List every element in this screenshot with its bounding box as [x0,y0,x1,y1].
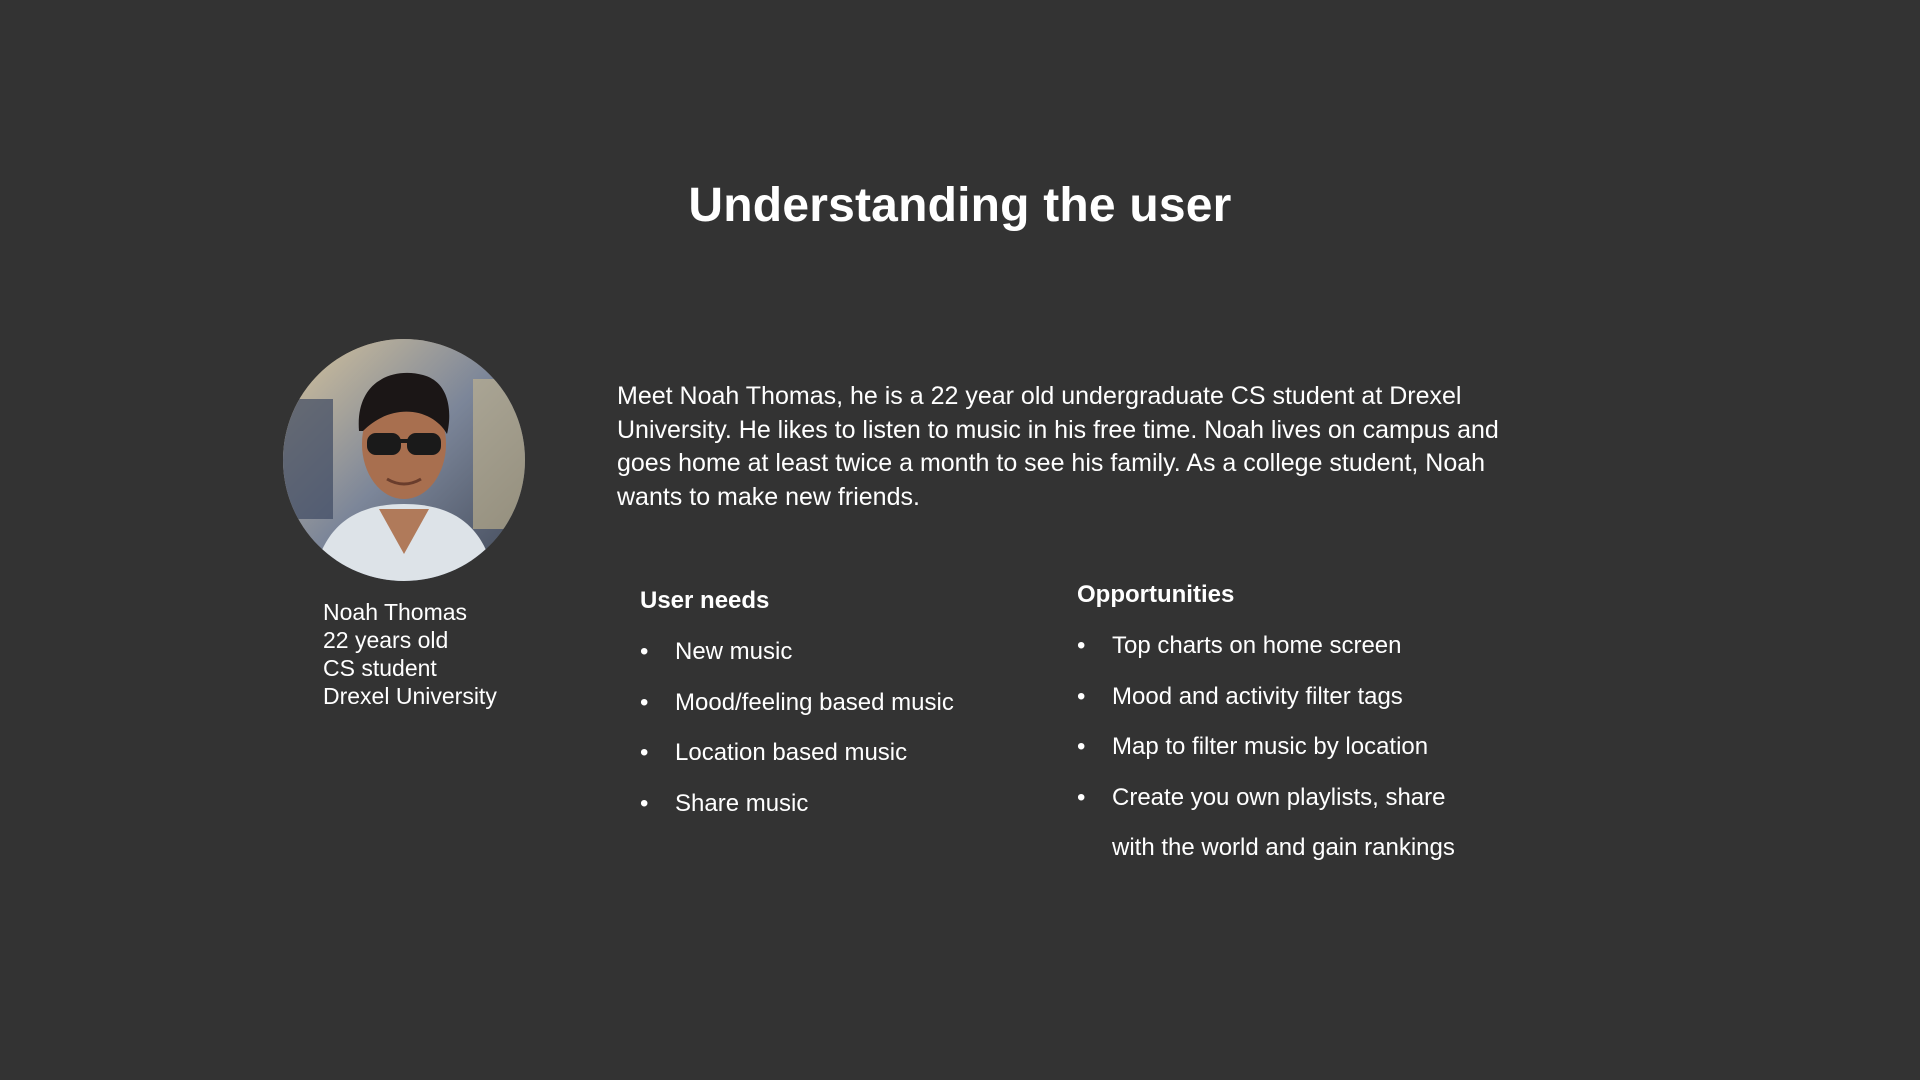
user-needs-heading: User needs [640,587,770,614]
user-needs-section: User needs • New music • Mood/feeling base… [640,585,954,829]
list-item: • New music [640,627,954,678]
persona-age: 22 years old [323,627,449,653]
opportunities-section: Opportunities • Top charts on home screen… [1077,579,1492,874]
persona-avatar [283,339,525,581]
user-needs-list: • New music • Mood/feeling based music • Lo… [640,627,954,829]
persona-photo-icon [283,339,525,581]
persona-name: Noah Thomas [323,599,468,625]
persona-role: CS student [323,655,437,681]
opportunities-heading: Opportunities [1077,581,1235,608]
persona-intro: Meet Noah Thomas, he is a 22 year old un… [617,382,1499,511]
list-item: • Share music [640,779,954,830]
bullet-icon: • [1077,682,1086,710]
list-item: • Top charts on home screen [1077,621,1492,672]
bullet-icon: • [1077,632,1086,659]
list-item: • Location based music [640,728,954,779]
list-item: • Mood and activity filter tags [1077,672,1492,723]
list-item: • Mood/feeling based music [640,678,954,729]
bullet-icon: • [640,688,649,716]
list-item: • Map to filter music by location [1077,722,1492,773]
bullet-icon: • [1077,783,1086,811]
persona-details: Noah Thomas 22 years old CS student Drex… [323,598,497,710]
persona-school: Drexel University [323,683,497,709]
slide-title: Understanding the user [688,179,1232,232]
opportunities-list: • Top charts on home screen • Mood and act… [1077,621,1492,874]
bullet-icon: • [640,638,649,665]
list-item: • Create you own playlists, share with th… [1077,773,1492,874]
bullet-icon: • [640,739,649,766]
bullet-icon: • [640,789,649,817]
bullet-icon: • [1077,733,1086,760]
slide: Understanding the user Noah Thomas 22 ye… [0,0,1920,1080]
